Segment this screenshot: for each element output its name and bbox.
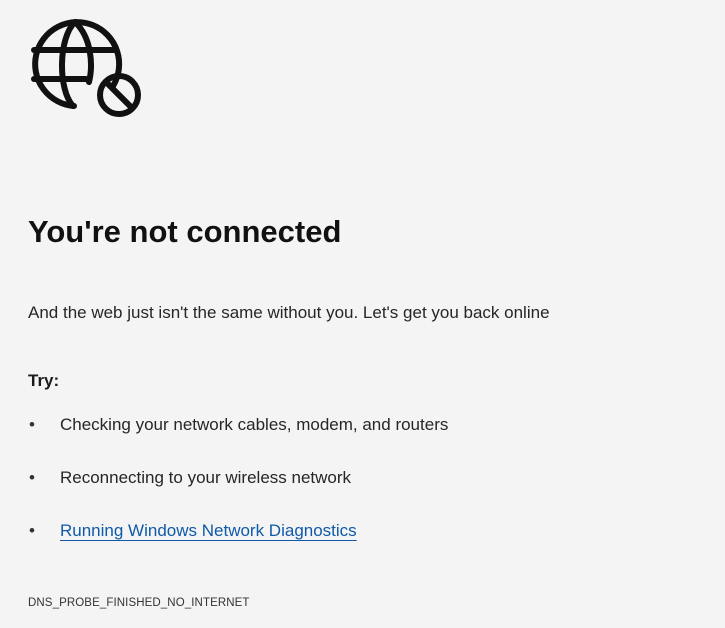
- suggestion-text: Reconnecting to your wireless network: [60, 468, 352, 487]
- page-title: You're not connected: [28, 214, 342, 249]
- bullet: •: [29, 415, 35, 434]
- bullet: •: [29, 468, 35, 487]
- suggestion-text: Checking your network cables, modem, and…: [60, 415, 449, 434]
- error-code: DNS_PROBE_FINISHED_NO_INTERNET: [28, 597, 250, 609]
- page-subtitle: And the web just isn't the same without …: [28, 303, 550, 322]
- error-page: You're not connected And the web just is…: [28, 0, 725, 628]
- globe-blocked-icon: [28, 18, 146, 120]
- bullet: •: [29, 521, 35, 540]
- network-diagnostics-link[interactable]: Running Windows Network Diagnostics: [60, 521, 357, 541]
- try-label: Try:: [28, 371, 60, 390]
